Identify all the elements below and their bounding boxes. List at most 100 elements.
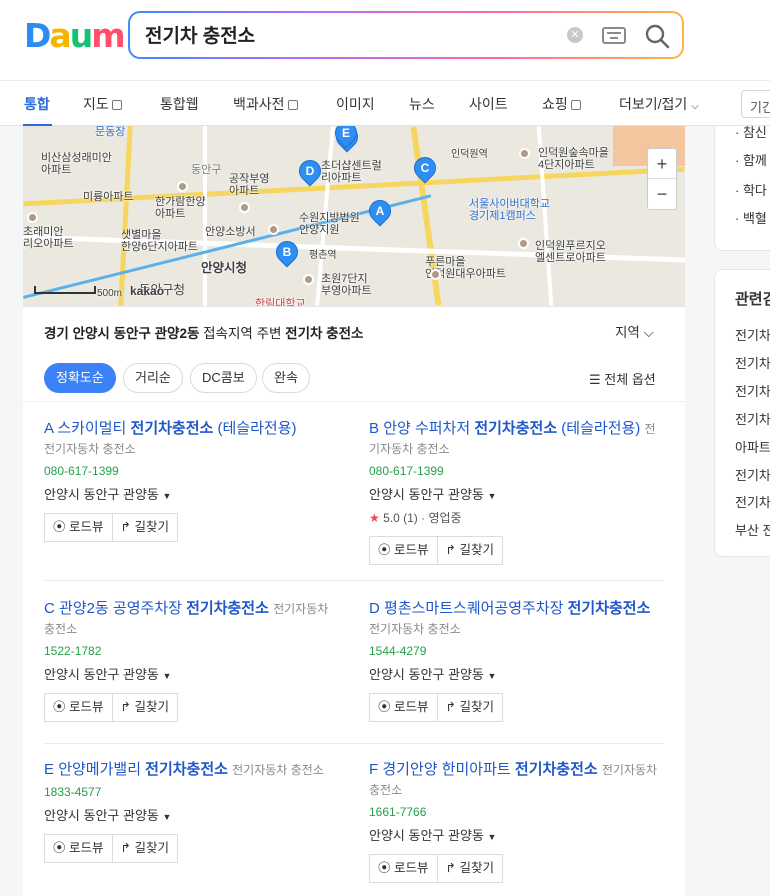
place-card-b: B 안양 수퍼차저 전기차충전소 (테슬라전용) 전기자동차 충전소 080-6… [369,419,661,565]
related-item[interactable]: 전기차 [735,381,770,400]
tab-sites[interactable]: 사이트 [469,94,508,114]
pin-icon: ⦿ [53,841,66,855]
zoom-in-button[interactable]: + [648,149,676,179]
chevron-down-icon: ⌵ [643,325,654,340]
side-item[interactable]: · 참신 [735,122,767,141]
place-address[interactable]: 안양시 동안구 관양동 ▼ [369,484,661,503]
side-item[interactable]: · 학다 [735,180,767,199]
roadview-button[interactable]: ⦿ 로드뷰 [44,834,113,863]
keyboard-icon[interactable] [602,27,626,44]
directions-button[interactable]: ↱ 길찾기 [112,693,178,722]
place-name[interactable]: B 안양 수퍼차저 전기차충전소 (테슬라전용) 전기자동차 충전소 [369,419,661,459]
map-label: 초더샵센트럴 리아파트 [321,160,382,184]
place-address[interactable]: 안양시 동안구 관양동 ▼ [44,484,339,503]
tab-web[interactable]: 통합웹 [160,94,199,114]
map-marker-a[interactable]: A [364,195,396,227]
map-label: 초원7단지 부영아파트 [321,273,372,297]
tab-shopping[interactable]: 쇼핑 [542,94,581,114]
place-phone[interactable]: 080-617-1399 [369,464,661,478]
place-name[interactable]: E 안양메가밸리 전기차충전소 전기자동차 충전소 [44,760,339,780]
tab-more[interactable]: 더보기/접기 ⌵ [619,94,699,114]
building-icon [27,212,38,223]
place-name[interactable]: C 관양2동 공영주차장 전기차충전소 전기자동차 충전소 [44,599,339,639]
place-name[interactable]: D 평촌스마트스퀘어공영주차장 전기차충전소 전기자동차 충전소 [369,599,661,639]
related-item[interactable]: 전기차 [735,465,770,484]
results-panel: 경기 안양시 동안구 관양2동 접속지역 주변 전기차 충전소 지역 ⌵ 정확도… [23,306,685,896]
building-icon [239,202,250,213]
filter-slow[interactable]: 완속 [262,363,310,393]
daum-logo[interactable]: Daum [24,18,126,54]
map[interactable]: 문동장 비산삼성래미안 아파트 동안구 미륭아파트 초래미안 리오아파트 한가람한양… [23,126,685,306]
place-rating: ★ 5.0 (1) · 영업중 [369,511,462,525]
pin-icon: ⦿ [378,543,391,557]
close-icon[interactable]: ✕ [567,27,583,43]
pin-icon: ⦿ [378,861,391,875]
checkbox-icon [287,100,298,110]
filter-accuracy[interactable]: 정확도순 [44,363,116,393]
place-address[interactable]: 안양시 동안구 관양동 ▼ [44,805,339,824]
map-label: 동안구 [191,164,222,176]
filter-distance[interactable]: 거리순 [123,363,183,393]
place-name[interactable]: A 스카이멀티 전기차충전소 (테슬라전용) [44,419,339,439]
directions-button[interactable]: ↱ 길찾기 [437,854,503,883]
roadview-button[interactable]: ⦿ 로드뷰 [44,513,113,542]
place-name[interactable]: F 경기안양 한미아파트 전기차충전소 전기자동차 충전소 [369,760,661,800]
related-item[interactable]: 부산 전 [735,520,770,539]
map-label: 문동장 [95,126,126,138]
related-item[interactable]: 아파트 [735,437,770,456]
map-label: 인덕원푸르지오 엘센트로아파트 [535,240,606,264]
place-card-a: A 스카이멀티 전기차충전소 (테슬라전용) 전기자동차 충전소 080-617… [44,419,339,542]
related-item[interactable]: 전기차 [735,325,770,344]
area-dropdown[interactable]: 지역 ⌵ [615,321,654,341]
map-label: 서울사이버대학교 경기제1캠퍼스 [469,198,550,222]
place-phone[interactable]: 1544-4279 [369,644,661,658]
directions-icon: ↱ [120,700,131,714]
related-item[interactable]: 전기차 [735,409,770,428]
tab-integrated[interactable]: 통합 [24,94,50,114]
building-icon [430,269,441,280]
search-icon[interactable] [644,23,670,49]
directions-button[interactable]: ↱ 길찾기 [112,834,178,863]
zoom-control: + − [647,148,677,210]
side-item[interactable]: · 함께 [735,150,767,169]
star-icon: ★ [369,511,380,525]
place-address[interactable]: 안양시 동안구 관양동 ▼ [44,664,339,683]
place-phone[interactable]: 080-617-1399 [44,464,339,478]
directions-button[interactable]: ↱ 길찾기 [437,693,503,722]
building-icon [303,274,314,285]
filter-dc-combo[interactable]: DC콤보 [190,363,257,393]
all-options-button[interactable]: ☰ 전체 옵션 [589,369,656,388]
place-phone[interactable]: 1661-7766 [369,805,661,819]
tab-news[interactable]: 뉴스 [409,94,435,114]
kakao-logo: kakao [130,284,165,298]
roadview-button[interactable]: ⦿ 로드뷰 [369,693,438,722]
tab-encyclopedia[interactable]: 백과사전 [233,94,298,114]
directions-icon: ↱ [445,861,456,875]
zoom-out-button[interactable]: − [648,179,676,209]
related-item[interactable]: 전기차 [735,353,770,372]
side-item[interactable]: · 백혈 [735,208,767,227]
place-address[interactable]: 안양시 동안구 관양동 ▼ [369,825,661,844]
map-marker-b[interactable]: B [271,236,303,268]
search-input[interactable] [145,23,525,45]
roadview-button[interactable]: ⦿ 로드뷰 [369,854,438,883]
roadview-button[interactable]: ⦿ 로드뷰 [369,536,438,565]
related-item[interactable]: 전기차 [735,492,770,511]
map-label: 한림대학교 [255,298,306,306]
period-button[interactable]: 기간 [741,90,770,118]
building-icon [177,181,188,192]
place-phone[interactable]: 1833-4577 [44,785,339,799]
directions-button[interactable]: ↱ 길찾기 [112,513,178,542]
pin-icon: ⦿ [53,520,66,534]
tab-images[interactable]: 이미지 [336,94,375,114]
building-icon [518,238,529,249]
roadview-button[interactable]: ⦿ 로드뷰 [44,693,113,722]
place-phone[interactable]: 1522-1782 [44,644,339,658]
directions-button[interactable]: ↱ 길찾기 [437,536,503,565]
place-address[interactable]: 안양시 동안구 관양동 ▼ [369,664,661,683]
chevron-down-icon: ⌵ [691,101,699,112]
divider [44,580,664,581]
tab-map[interactable]: 지도 [83,94,122,114]
place-category: 전기자동차 충전소 [369,622,461,636]
building-icon [268,224,279,235]
